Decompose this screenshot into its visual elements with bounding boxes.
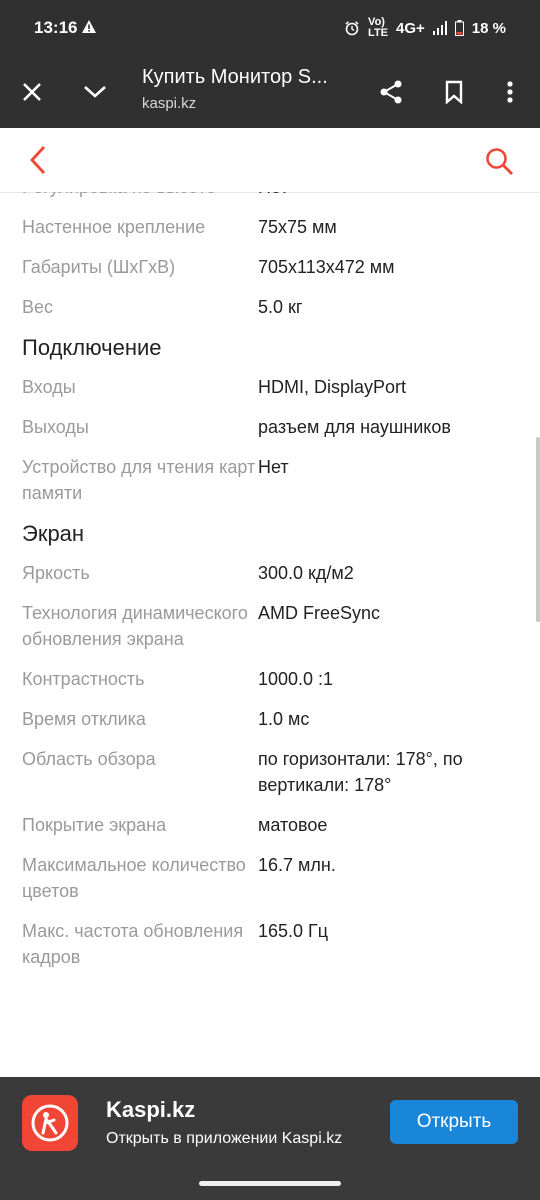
spec-label: Максимальное количество цветов [22, 855, 246, 901]
spec-label: Габариты (ШхГхВ) [22, 257, 176, 277]
share-icon [380, 80, 402, 104]
more-options-button[interactable] [494, 76, 526, 108]
spec-row: Технология динамического обновления экра… [0, 600, 540, 652]
spec-row: Яркость 300.0 кд/м2 [0, 560, 540, 586]
spec-value: AMD FreeSync [258, 603, 381, 623]
page-domain: kaspi.kz [142, 95, 197, 112]
spec-row: Выходы разъем для наушников [0, 414, 540, 440]
bookmark-icon [445, 80, 463, 104]
spec-row: Входы HDMI, DisplayPort [0, 374, 540, 400]
app-subtitle: Открыть в приложении Kaspi.kz [106, 1130, 343, 1147]
spec-value: HDMI, DisplayPort [258, 377, 407, 397]
spec-value: 5.0 кг [258, 297, 303, 317]
spec-value: 1000.0 :1 [258, 669, 334, 689]
spec-label: Технология динамического обновления экра… [22, 603, 248, 649]
spec-row: Максимальное количество цветов 16.7 млн. [0, 852, 540, 904]
kaspi-logo [22, 1095, 78, 1151]
spec-label: Яркость [22, 563, 90, 583]
spec-value: 705x113x472 мм [258, 257, 395, 277]
spec-row: Область обзора по горизонтали: 178°, по … [0, 746, 540, 798]
volte-bottom: LTE [368, 27, 389, 39]
spec-row: Контрастность 1000.0 :1 [0, 666, 540, 692]
spec-row: Макс. частота обновления кадров 165.0 Гц [0, 918, 540, 970]
spec-label: Регулировка по высоте [22, 192, 258, 200]
spec-value: 165.0 Гц [258, 921, 329, 941]
open-app-button[interactable]: Открыть [390, 1100, 518, 1144]
share-button[interactable] [375, 76, 407, 108]
back-button[interactable] [26, 144, 54, 176]
spec-row: Устройство для чтения карт памяти Нет [0, 454, 540, 506]
spec-label: Входы [22, 377, 76, 397]
spec-value: 300.0 кд/м2 [258, 563, 354, 583]
spec-label: Время отклика [22, 709, 146, 729]
close-button[interactable] [16, 76, 48, 108]
section-title-connection: Подключение [22, 335, 162, 360]
spec-value: 16.7 млн. [258, 855, 336, 875]
back-arrow-icon [30, 146, 46, 174]
chevron-down-icon [84, 86, 106, 98]
spec-row: Регулировка по высоте Нет [0, 192, 540, 200]
spec-label: Вес [22, 297, 54, 317]
url-block[interactable]: Купить Монитор S... kaspi.kz [142, 66, 352, 112]
spec-value: матовое [258, 815, 328, 835]
spec-row: Вес 5.0 кг [0, 294, 540, 320]
spec-value: 1.0 мс [258, 709, 310, 729]
search-button[interactable] [484, 146, 516, 178]
browser-toolbar: Купить Монитор S... kaspi.kz [0, 56, 540, 128]
spec-value: 75х75 мм [258, 217, 337, 237]
more-vertical-icon [507, 81, 513, 103]
spec-label: Настенное крепление [22, 217, 206, 237]
spec-label: Макс. частота обновления кадров [22, 921, 244, 967]
spec-label: Устройство для чтения карт памяти [22, 457, 256, 503]
status-bar: 13:16 Vo) LTE 4G+ 18 % [0, 0, 540, 56]
spec-value: по горизонтали: 178°, по вертикали: 178° [258, 749, 463, 795]
page-title: Купить Монитор S... [142, 66, 328, 88]
alert-icon [82, 20, 96, 33]
section-title-screen: Экран [22, 521, 85, 546]
spec-row: Покрытие экрана матовое [0, 812, 540, 838]
spec-value: Нет [258, 457, 289, 477]
kaspi-logo-icon [31, 1104, 69, 1142]
status-indicators: Vo) LTE 4G+ 18 % [344, 17, 506, 39]
scrollbar[interactable] [536, 437, 540, 622]
search-icon [486, 148, 513, 175]
battery-level: 18 % [471, 19, 506, 37]
spec-label: Покрытие экрана [22, 815, 167, 835]
alarm-icon [345, 21, 359, 36]
spec-value: Нет [258, 192, 518, 200]
close-icon [23, 83, 41, 101]
signal-bars-icon [432, 21, 447, 35]
spec-row: Время отклика 1.0 мс [0, 706, 540, 732]
specs-content[interactable]: Регулировка по высоте Нет Настенное креп… [0, 192, 540, 1076]
volte-indicator: Vo) LTE [368, 17, 388, 39]
battery-icon [454, 20, 464, 36]
status-time: 13:16 [34, 18, 78, 37]
app-name: Kaspi.kz [106, 1097, 196, 1122]
page-header [0, 128, 540, 193]
spec-value: разъем для наушников [258, 417, 451, 437]
spec-label: Выходы [22, 417, 89, 437]
spec-row: Настенное крепление 75х75 мм [0, 214, 540, 240]
spec-row: Габариты (ШхГхВ) 705x113x472 мм [0, 254, 540, 280]
bookmark-button[interactable] [438, 76, 470, 108]
signal-type: 4G+ [396, 19, 425, 37]
minimize-button[interactable] [79, 76, 111, 108]
spec-label: Контрастность [22, 669, 145, 689]
home-indicator[interactable] [199, 1181, 341, 1186]
spec-label: Область обзора [22, 749, 156, 769]
